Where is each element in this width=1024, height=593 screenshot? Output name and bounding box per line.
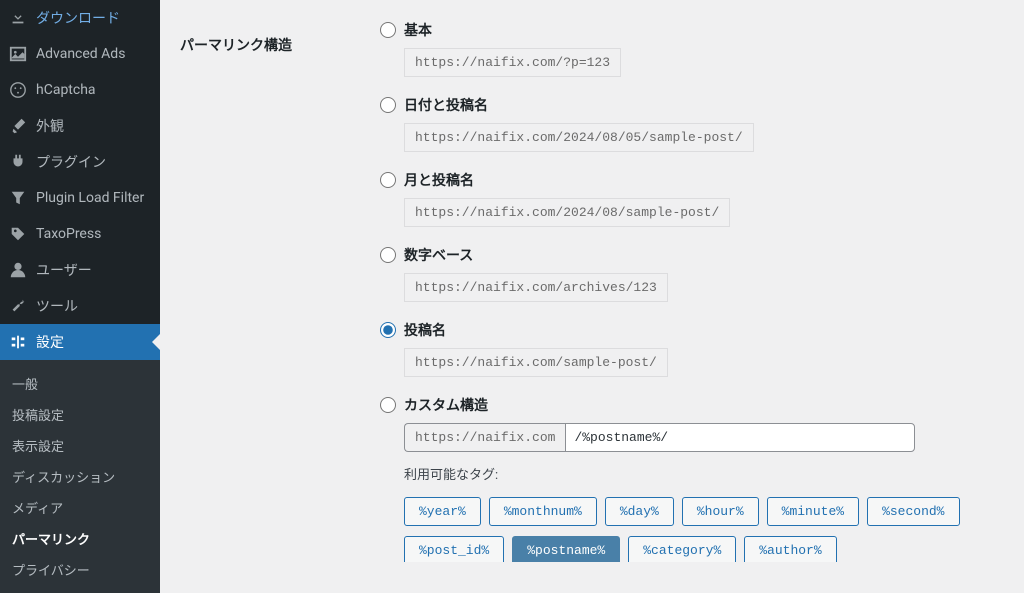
sidebar-item-plugin-load-filter[interactable]: Plugin Load Filter bbox=[0, 180, 160, 216]
permalink-option-day-name: 日付と投稿名 https://naifix.com/2024/08/05/sam… bbox=[380, 95, 1004, 152]
radio-day-name[interactable] bbox=[380, 97, 396, 113]
sidebar-item-appearance[interactable]: 外観 bbox=[0, 108, 160, 144]
sidebar-item-settings[interactable]: 設定 bbox=[0, 324, 160, 360]
tag-row-2: %post_id% %postname% %category% %author% bbox=[404, 536, 1004, 562]
example-url: https://naifix.com/2024/08/sample-post/ bbox=[404, 198, 730, 227]
submenu-reading[interactable]: 表示設定 bbox=[0, 430, 160, 461]
sidebar-item-label: ユーザー bbox=[36, 260, 92, 280]
sidebar-item-taxopress[interactable]: TaxoPress bbox=[0, 216, 160, 252]
sidebar-item-label: プラグイン bbox=[36, 152, 106, 172]
permalink-option-numeric: 数字ベース https://naifix.com/archives/123 bbox=[380, 245, 1004, 302]
brush-icon bbox=[8, 116, 28, 136]
captcha-icon bbox=[8, 80, 28, 100]
sidebar-item-label: ツール bbox=[36, 296, 78, 316]
radio-label: 月と投稿名 bbox=[404, 170, 474, 190]
radio-plain[interactable] bbox=[380, 22, 396, 38]
plug-icon bbox=[8, 152, 28, 172]
sidebar-item-label: Advanced Ads bbox=[36, 46, 125, 62]
filter-icon bbox=[8, 188, 28, 208]
section-label: パーマリンク構造 bbox=[180, 20, 380, 55]
sidebar-item-label: ダウンロード bbox=[36, 8, 120, 28]
download-icon bbox=[8, 8, 28, 28]
sidebar-item-hcaptcha[interactable]: hCaptcha bbox=[0, 72, 160, 108]
permalink-option-postname: 投稿名 https://naifix.com/sample-post/ bbox=[380, 320, 1004, 377]
radio-label: 数字ベース bbox=[404, 245, 473, 265]
submenu-permalink[interactable]: パーマリンク bbox=[0, 523, 160, 554]
example-url: https://naifix.com/2024/08/05/sample-pos… bbox=[404, 123, 754, 152]
submenu-general[interactable]: 一般 bbox=[0, 368, 160, 399]
permalink-option-month-name: 月と投稿名 https://naifix.com/2024/08/sample-… bbox=[380, 170, 1004, 227]
custom-structure-input[interactable] bbox=[565, 423, 915, 452]
sidebar-item-users[interactable]: ユーザー bbox=[0, 252, 160, 288]
tag-icon bbox=[8, 224, 28, 244]
main-content: パーマリンク構造 基本 https://naifix.com/?p=123 日付… bbox=[160, 0, 1024, 562]
sidebar-item-advanced-ads[interactable]: Advanced Ads bbox=[0, 36, 160, 72]
submenu-media[interactable]: メディア bbox=[0, 492, 160, 523]
radio-label: 日付と投稿名 bbox=[404, 95, 488, 115]
settings-submenu: 一般 投稿設定 表示設定 ディスカッション メディア パーマリンク プライバシー bbox=[0, 360, 160, 593]
wrench-icon bbox=[8, 296, 28, 316]
example-url: https://naifix.com/archives/123 bbox=[404, 273, 668, 302]
radio-label: カスタム構造 bbox=[404, 395, 488, 415]
submenu-writing[interactable]: 投稿設定 bbox=[0, 399, 160, 430]
tag-postname[interactable]: %postname% bbox=[512, 536, 620, 562]
radio-label: 投稿名 bbox=[404, 320, 446, 340]
settings-icon bbox=[8, 332, 28, 352]
sidebar-item-label: hCaptcha bbox=[36, 82, 96, 98]
radio-label: 基本 bbox=[404, 20, 432, 40]
submenu-privacy[interactable]: プライバシー bbox=[0, 554, 160, 585]
tag-row-1: %year% %monthnum% %day% %hour% %minute% … bbox=[404, 497, 1004, 526]
tag-second[interactable]: %second% bbox=[867, 497, 959, 526]
sidebar-item-tools[interactable]: ツール bbox=[0, 288, 160, 324]
sidebar-item-label: 設定 bbox=[36, 332, 64, 352]
radio-custom[interactable] bbox=[380, 397, 396, 413]
sidebar-item-download[interactable]: ダウンロード bbox=[0, 0, 160, 36]
tag-post-id[interactable]: %post_id% bbox=[404, 536, 504, 562]
sidebar-item-label: 外観 bbox=[36, 116, 64, 136]
permalink-option-plain: 基本 https://naifix.com/?p=123 bbox=[380, 20, 1004, 77]
submenu-discussion[interactable]: ディスカッション bbox=[0, 461, 160, 492]
tag-author[interactable]: %author% bbox=[744, 536, 836, 562]
tag-category[interactable]: %category% bbox=[628, 536, 736, 562]
radio-postname[interactable] bbox=[380, 322, 396, 338]
radio-numeric[interactable] bbox=[380, 247, 396, 263]
available-tags-label: 利用可能なタグ: bbox=[404, 464, 1004, 483]
tag-year[interactable]: %year% bbox=[404, 497, 481, 526]
user-icon bbox=[8, 260, 28, 280]
tag-day[interactable]: %day% bbox=[605, 497, 674, 526]
permalink-option-custom: カスタム構造 https://naifix.com 利用可能なタグ: %year… bbox=[380, 395, 1004, 562]
tag-monthnum[interactable]: %monthnum% bbox=[489, 497, 597, 526]
sidebar-item-label: TaxoPress bbox=[36, 226, 101, 242]
custom-prefix: https://naifix.com bbox=[404, 423, 565, 452]
tag-minute[interactable]: %minute% bbox=[767, 497, 859, 526]
radio-month-name[interactable] bbox=[380, 172, 396, 188]
sidebar-item-plugins[interactable]: プラグイン bbox=[0, 144, 160, 180]
example-url: https://naifix.com/sample-post/ bbox=[404, 348, 668, 377]
example-url: https://naifix.com/?p=123 bbox=[404, 48, 621, 77]
admin-sidebar: ダウンロード Advanced Ads hCaptcha 外観 プラグイン Pl… bbox=[0, 0, 160, 562]
tag-hour[interactable]: %hour% bbox=[682, 497, 759, 526]
sidebar-item-label: Plugin Load Filter bbox=[36, 190, 144, 206]
image-icon bbox=[8, 44, 28, 64]
